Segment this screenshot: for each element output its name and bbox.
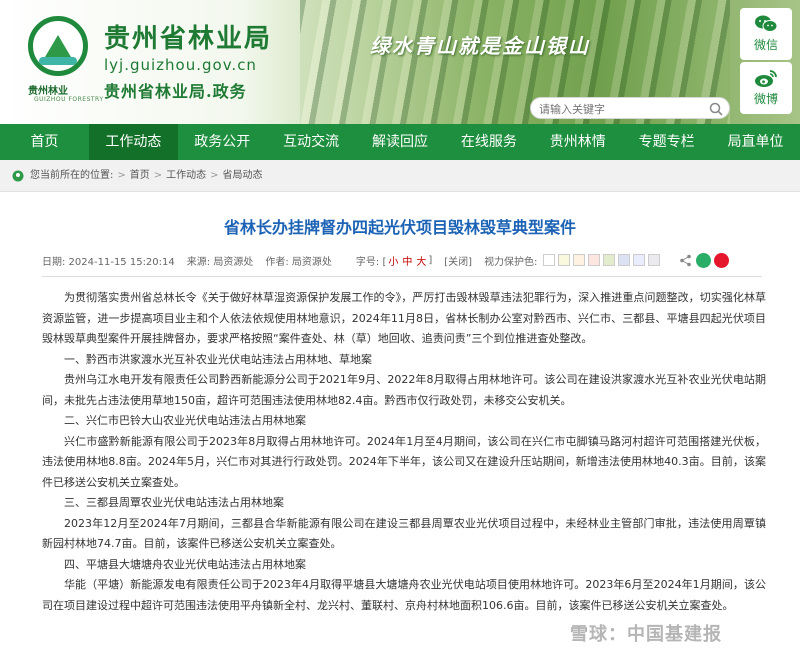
- case-heading: 四、平塘县大塘塘舟农业光伏电站违法占用林地案: [64, 557, 306, 571]
- color-swatch-cream[interactable]: [558, 254, 571, 266]
- article-author: 作者: 局资源处: [265, 256, 332, 268]
- weibo-label: 微博: [753, 92, 778, 106]
- article-paragraph: 贵州乌江水电开发有限责任公司黔西新能源分公司于2021年9月、2022年8月取得…: [42, 373, 766, 407]
- wechat-icon: [755, 15, 778, 32]
- wechat-button[interactable]: 微信: [740, 8, 792, 60]
- site-name[interactable]: 贵州省林业局: [104, 18, 272, 55]
- article-meta: 日期: 2024-11-15 15:20:14 来源: 局资源处 作者: 局资源…: [42, 250, 762, 270]
- weibo-button[interactable]: 微博: [740, 62, 792, 114]
- search-icon[interactable]: [709, 102, 723, 116]
- forestry-logo[interactable]: [28, 16, 88, 76]
- weibo-share-icon[interactable]: [714, 252, 730, 268]
- color-swatch-peach[interactable]: [573, 254, 586, 266]
- site-header: 贵州林业 GUIZHOU FORESTRY 贵州省林业局 lyj.guizhou…: [0, 0, 800, 124]
- nav-item-forest-status[interactable]: 贵州林情: [533, 124, 622, 160]
- close-link[interactable]: [关闭]: [444, 253, 472, 268]
- article-paragraph: 兴仁市盛黔新能源有限公司于2023年8月取得占用林地许可。2024年1月至4月期…: [42, 434, 766, 489]
- color-swatch-gray[interactable]: [648, 254, 661, 266]
- watermark: 雪球：中国基建报: [570, 624, 722, 645]
- color-swatch-pink[interactable]: [588, 254, 601, 266]
- site-domain: lyj.guizhou.gov.cn: [104, 56, 257, 74]
- color-swatch-lavender[interactable]: [633, 254, 646, 266]
- article-date: 日期: 2024-11-15 15:20:14: [42, 256, 175, 268]
- font-size-small[interactable]: 小: [388, 253, 398, 268]
- font-size-medium[interactable]: 中: [402, 253, 412, 268]
- breadcrumb-work-news[interactable]: 工作动态: [166, 160, 206, 192]
- breadcrumb-prefix: 您当前所在的位置:: [30, 169, 114, 181]
- search-input[interactable]: [539, 99, 709, 120]
- logo-mountain-icon: [45, 35, 71, 57]
- breadcrumb-separator: >: [117, 169, 126, 181]
- color-swatch-white[interactable]: [543, 254, 556, 266]
- wechat-share-icon[interactable]: [696, 252, 712, 268]
- logo-river-icon: [39, 57, 77, 65]
- logo-subcaption: GUIZHOU FORESTRY: [34, 96, 104, 103]
- site-gov-line: 贵州省林业局.政务: [104, 82, 247, 101]
- meta-divider: [42, 276, 762, 277]
- nav-item-interpretation[interactable]: 解读回应: [356, 124, 445, 160]
- breadcrumb-provincial-news[interactable]: 省局动态: [223, 160, 263, 192]
- case-heading: 一、黔西市洪家渡水光互补农业光伏电站违法占用林地、草地案: [64, 352, 372, 366]
- breadcrumb: 您当前所在的位置: > 首页 > 工作动态 > 省局动态: [0, 160, 800, 192]
- font-size-label: 字号: [: [355, 256, 387, 268]
- breadcrumb-separator: >: [210, 169, 219, 181]
- article-title: 省林长办挂牌督办四起光伏项目毁林毁草典型案件: [223, 218, 576, 237]
- article-source: 来源: 局资源处: [186, 256, 254, 268]
- nav-item-home[interactable]: 首页: [0, 124, 89, 160]
- location-pin-icon: [12, 170, 24, 181]
- font-size-close-bracket: ]: [428, 254, 433, 266]
- case-heading: 三、三都县周覃农业光伏电站违法占用林地案: [64, 496, 284, 509]
- breadcrumb-separator: >: [153, 169, 163, 181]
- nav-item-units[interactable]: 局直单位: [711, 124, 800, 160]
- search-box: [530, 97, 730, 120]
- weibo-icon: [755, 70, 777, 87]
- vision-protection-label: 视力保护色:: [484, 256, 538, 268]
- slogan: 绿水青山就是金山银山: [370, 34, 590, 58]
- article-paragraph: 2023年12月至2024年7月期间，三都县合华新能源有限公司在建设三都县周覃农…: [42, 516, 766, 551]
- wechat-label: 微信: [753, 38, 778, 52]
- font-size-large[interactable]: 大: [416, 253, 426, 268]
- nav-item-interaction[interactable]: 互动交流: [267, 124, 356, 160]
- article-paragraph: 华能（平塘）新能源发电有限责任公司于2023年4月取得平塘县大塘塘舟农业光伏电站…: [42, 578, 766, 612]
- main-nav: 首页 工作动态 政务公开 互动交流 解读回应 在线服务 贵州林情 专题专栏 局直…: [0, 124, 800, 160]
- color-swatch-green[interactable]: [603, 254, 616, 266]
- nav-item-online-service[interactable]: 在线服务: [444, 124, 533, 160]
- article-paragraph: 为贯彻落实贵州省总林长令《关于做好林草湿资源保护发展工作的令》，严厉打击毁林毁草…: [42, 291, 766, 345]
- breadcrumb-home[interactable]: 首页: [130, 160, 150, 192]
- color-swatch-blue[interactable]: [618, 254, 631, 266]
- article-body: 为贯彻落实贵州省总林长令《关于做好林草湿资源保护发展工作的令》，严厉打击毁林毁草…: [42, 288, 766, 616]
- case-heading: 二、兴仁市巴铃大山农业光伏电站违法占用林地案: [64, 414, 306, 427]
- logo-caption: 贵州林业: [28, 86, 68, 97]
- nav-item-work-news[interactable]: 工作动态: [88, 124, 178, 160]
- share-icon[interactable]: [678, 253, 693, 268]
- nav-item-gov-affairs[interactable]: 政务公开: [178, 124, 267, 160]
- nav-item-special-topics[interactable]: 专题专栏: [622, 124, 711, 160]
